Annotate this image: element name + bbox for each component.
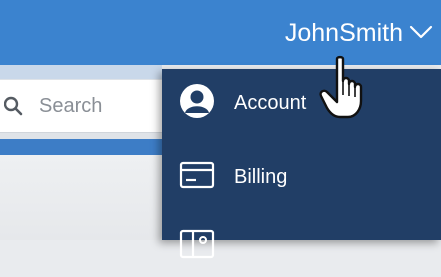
search-icon xyxy=(4,96,23,116)
user-dropdown-menu: Account Billing xyxy=(162,69,441,259)
user-menu-toggle[interactable]: JohnSmith xyxy=(285,18,403,48)
id-card-icon xyxy=(179,229,215,259)
hand-pointer-icon xyxy=(319,55,363,119)
menu-item-billing-label: Billing xyxy=(234,166,288,188)
username-label: JohnSmith xyxy=(284,19,403,47)
blue-band xyxy=(0,139,162,155)
menu-item-third[interactable] xyxy=(162,219,441,277)
menu-item-account[interactable]: Account xyxy=(162,73,441,131)
panel-top-strip xyxy=(0,65,162,79)
left-panel: Search xyxy=(0,65,162,240)
user-circle-icon xyxy=(180,84,214,118)
chevron-down-icon[interactable] xyxy=(409,24,433,40)
panel-content-area xyxy=(0,155,162,240)
search-box[interactable]: Search xyxy=(0,80,162,133)
menu-item-account-label: Account xyxy=(234,92,307,114)
menu-item-billing[interactable]: Billing xyxy=(162,145,441,203)
credit-card-icon xyxy=(179,161,215,189)
top-bar: JohnSmith xyxy=(0,0,441,65)
search-placeholder: Search xyxy=(39,95,103,117)
